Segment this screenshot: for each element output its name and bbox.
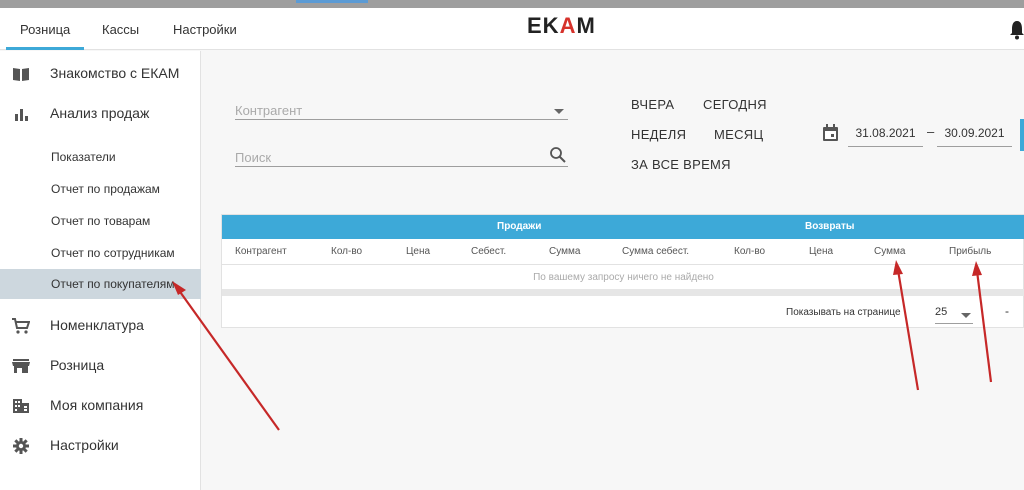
sidebar-subitem-customers-report[interactable]: Отчет по покупателям bbox=[0, 269, 201, 299]
counterparty-select[interactable]: Контрагент bbox=[235, 101, 568, 120]
sidebar-subitem-label: Отчет по сотрудникам bbox=[51, 246, 175, 260]
tab-retail[interactable]: Розница bbox=[5, 22, 85, 50]
bar-chart-icon bbox=[15, 109, 28, 121]
period-yesterday-button[interactable]: ВЧЕРА bbox=[631, 97, 674, 112]
column-header[interactable]: Сумма себест. bbox=[622, 246, 689, 257]
column-header[interactable]: Сумма bbox=[549, 246, 580, 257]
sidebar-item-label: Анализ продаж bbox=[50, 105, 150, 121]
sidebar-item-label: Моя компания bbox=[50, 397, 144, 413]
period-today-button[interactable]: СЕГОДНЯ bbox=[703, 97, 767, 112]
book-icon bbox=[13, 68, 29, 81]
table-group-header: Продажи Возвраты bbox=[222, 215, 1024, 239]
sidebar-item-my-company[interactable]: Моя компания bbox=[0, 391, 201, 421]
search-icon[interactable] bbox=[549, 146, 566, 163]
column-header[interactable]: Прибыль bbox=[949, 246, 991, 257]
sidebar-item-label: Настройки bbox=[50, 437, 119, 453]
building-icon bbox=[13, 399, 29, 413]
column-header[interactable]: Сумма bbox=[874, 246, 905, 257]
calendar-icon[interactable] bbox=[822, 124, 839, 142]
table-scrollbar[interactable] bbox=[222, 289, 1024, 296]
logo-part-1: EK bbox=[527, 13, 560, 38]
sidebar-subitem-label: Отчет по покупателям bbox=[51, 277, 175, 291]
rows-per-page-select[interactable]: 25 bbox=[935, 306, 973, 324]
browser-top-strip bbox=[0, 0, 1024, 8]
customers-report-table: Продажи Возвраты Контрагент Кол-во Цена … bbox=[221, 214, 1024, 328]
period-all-time-button[interactable]: ЗА ВСЕ ВРЕМЯ bbox=[631, 157, 731, 172]
rows-per-page-value: 25 bbox=[935, 306, 948, 318]
sidebar-subitem-indicators[interactable]: Показатели bbox=[0, 142, 201, 172]
sidebar-item-retail[interactable]: Розница bbox=[0, 351, 201, 381]
search-input[interactable]: Поиск bbox=[235, 146, 568, 167]
sidebar-item-label: Знакомство с ЕКАМ bbox=[50, 65, 180, 81]
column-header[interactable]: Цена bbox=[406, 246, 430, 257]
group-header-returns: Возвраты bbox=[805, 221, 855, 232]
period-week-button[interactable]: НЕДЕЛЯ bbox=[631, 127, 686, 142]
rows-per-page-label: Показывать на странице bbox=[786, 307, 901, 318]
apply-button-edge[interactable] bbox=[1020, 119, 1024, 151]
bell-icon[interactable] bbox=[1010, 20, 1024, 40]
ekam-logo[interactable]: EKAM bbox=[527, 13, 596, 39]
period-month-button[interactable]: МЕСЯЦ bbox=[714, 127, 763, 142]
pager-range-dash: - bbox=[1005, 304, 1009, 318]
sidebar-subitem-label: Отчет по товарам bbox=[51, 214, 151, 228]
gear-icon bbox=[13, 438, 29, 454]
logo-part-2: A bbox=[559, 13, 577, 38]
sidebar-item-sales-analysis[interactable]: Анализ продаж bbox=[0, 99, 201, 129]
date-to-field[interactable]: 30.09.2021 bbox=[937, 123, 1012, 147]
sidebar-item-intro[interactable]: Знакомство с ЕКАМ bbox=[0, 59, 201, 89]
top-header: Розница Кассы Настройки EKAM bbox=[0, 8, 1024, 50]
date-range-separator: – bbox=[927, 124, 935, 139]
sidebar-subitem-products-report[interactable]: Отчет по товарам bbox=[0, 206, 201, 236]
sidebar-item-settings[interactable]: Настройки bbox=[0, 431, 201, 461]
column-header[interactable]: Контрагент bbox=[235, 246, 287, 257]
column-header[interactable]: Кол-во bbox=[331, 246, 362, 257]
sidebar-subitem-employees-report[interactable]: Отчет по сотрудникам bbox=[0, 238, 201, 268]
sidebar-item-label: Номенклатура bbox=[50, 317, 144, 333]
search-placeholder: Поиск bbox=[235, 150, 272, 165]
tab-settings[interactable]: Настройки bbox=[173, 22, 237, 37]
empty-table-message: По вашему запросу ничего не найдено bbox=[533, 272, 714, 283]
chevron-down-icon bbox=[554, 109, 564, 114]
tab-cash-registers[interactable]: Кассы bbox=[102, 22, 139, 37]
sidebar-subitem-label: Отчет по продажам bbox=[51, 182, 160, 196]
cart-icon bbox=[12, 318, 30, 334]
store-icon bbox=[12, 359, 30, 373]
sidebar: Знакомство с ЕКАМ Анализ продаж Показате… bbox=[0, 51, 201, 490]
chevron-down-icon bbox=[961, 313, 971, 318]
top-strip-highlight bbox=[296, 0, 368, 3]
column-header[interactable]: Цена bbox=[809, 246, 833, 257]
sidebar-item-label: Розница bbox=[50, 357, 105, 373]
counterparty-placeholder: Контрагент bbox=[235, 103, 303, 118]
table-column-headers: Контрагент Кол-во Цена Себест. Сумма Сум… bbox=[222, 239, 1024, 265]
column-header[interactable]: Кол-во bbox=[734, 246, 765, 257]
sidebar-subitem-label: Показатели bbox=[51, 150, 116, 164]
sidebar-subitem-sales-report[interactable]: Отчет по продажам bbox=[0, 174, 201, 204]
sidebar-item-nomenclature[interactable]: Номенклатура bbox=[0, 311, 201, 341]
date-from-field[interactable]: 31.08.2021 bbox=[848, 123, 923, 147]
logo-part-3: M bbox=[576, 13, 596, 38]
group-header-sales: Продажи bbox=[497, 221, 542, 232]
column-header[interactable]: Себест. bbox=[471, 246, 506, 257]
